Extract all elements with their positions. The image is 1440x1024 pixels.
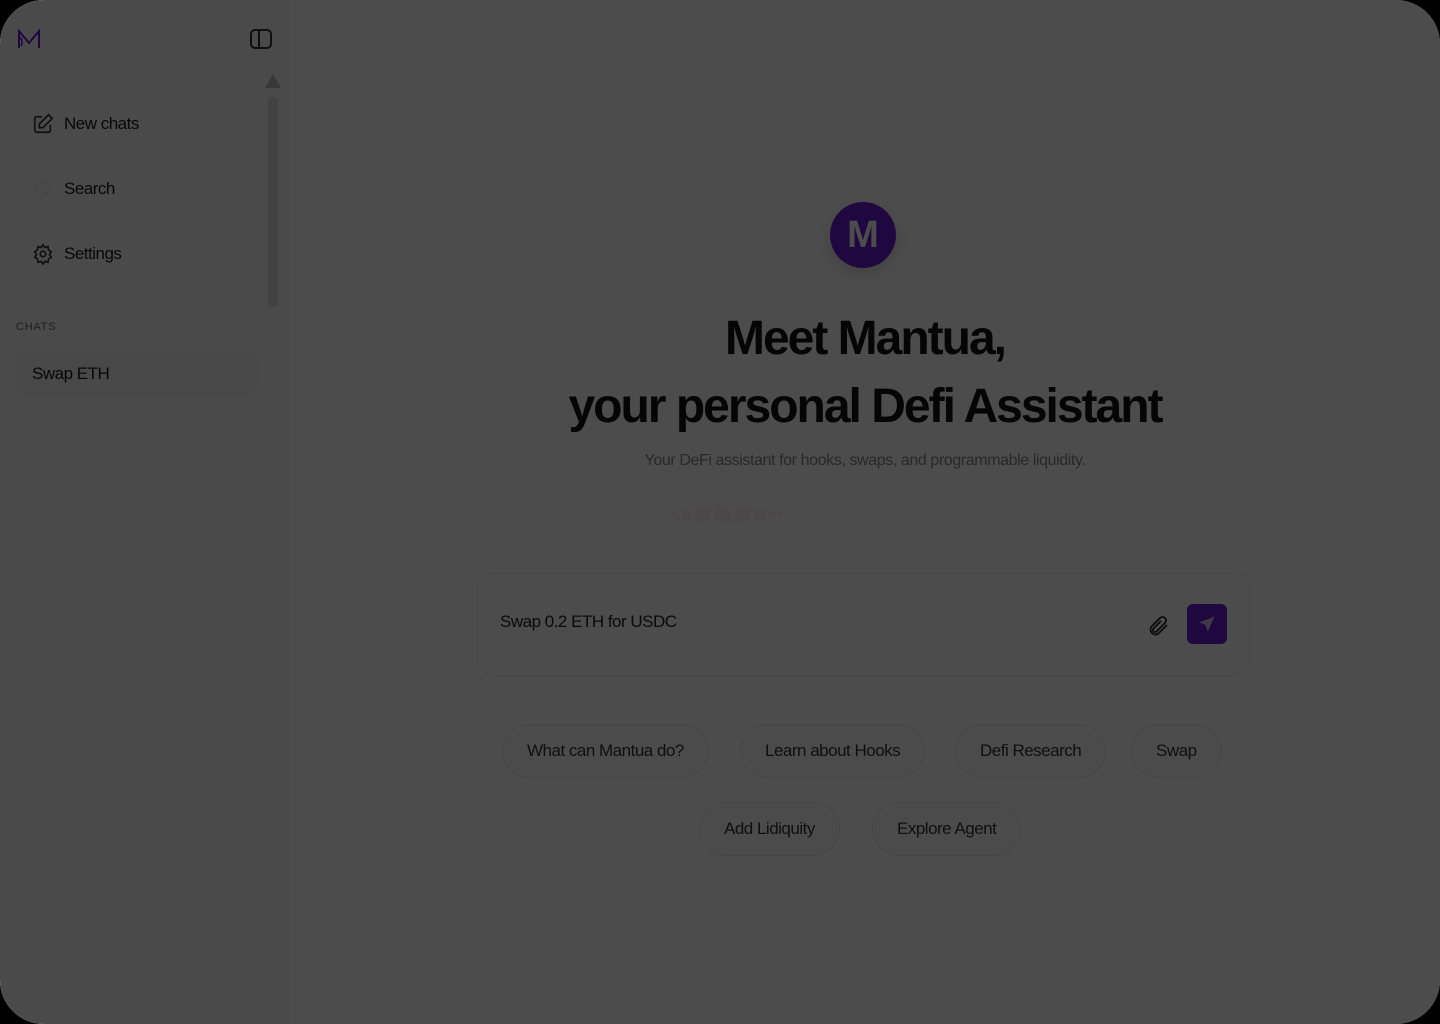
mantua-avatar: M bbox=[830, 202, 896, 268]
suggestion-chip[interactable]: Defi Research bbox=[955, 724, 1107, 778]
sidebar-toggle-icon[interactable] bbox=[250, 29, 272, 49]
scroll-up-arrow[interactable] bbox=[265, 74, 281, 88]
suggestion-chip[interactable]: Add Lidiquity bbox=[699, 802, 840, 856]
chat-input[interactable] bbox=[500, 612, 1100, 632]
chat-item[interactable]: Swap ETH bbox=[16, 350, 257, 396]
sidebar-item-label: Settings bbox=[64, 244, 122, 263]
chats-section-label: CHATS bbox=[16, 321, 57, 333]
edit-icon bbox=[33, 113, 54, 134]
send-icon bbox=[1199, 616, 1215, 632]
title-line: your personal Defi Assistant bbox=[568, 380, 1163, 433]
sidebar: New chats Search Settings CHATS Swap ETH bbox=[0, 0, 289, 1024]
page-subtitle: Your DeFi assistant for hooks, swaps, an… bbox=[644, 452, 1086, 469]
sidebar-item-label: Search bbox=[64, 179, 115, 198]
sidebar-item-new-chats[interactable]: New chats bbox=[32, 113, 139, 135]
main-content: M Meet Mantua, your personal Defi Assist… bbox=[290, 0, 1440, 1024]
search-icon bbox=[34, 180, 52, 198]
suggestion-chip[interactable]: Learn about Hooks bbox=[740, 724, 926, 778]
gear-icon bbox=[33, 243, 53, 265]
suggestion-chip[interactable]: What can Mantua do? bbox=[502, 724, 709, 778]
suggestion-chip[interactable]: Explore Agent bbox=[872, 802, 1022, 856]
mantua-logo bbox=[18, 28, 40, 48]
suggestion-chip[interactable]: Swap bbox=[1131, 724, 1222, 778]
sidebar-item-search[interactable]: Search bbox=[32, 178, 115, 200]
page-title: Meet Mantua, your personal Defi Assistan… bbox=[290, 305, 1440, 441]
send-button[interactable] bbox=[1187, 604, 1227, 644]
sidebar-item-settings[interactable]: Settings bbox=[32, 243, 122, 265]
scrollbar[interactable] bbox=[268, 97, 278, 307]
loading-indicator bbox=[660, 505, 783, 523]
paperclip-icon[interactable] bbox=[1146, 614, 1170, 638]
app-window: New chats Search Settings CHATS Swap ETH… bbox=[0, 0, 1440, 1024]
sidebar-item-label: New chats bbox=[64, 114, 139, 133]
title-line: Meet Mantua, bbox=[724, 312, 1007, 365]
chat-composer bbox=[477, 573, 1250, 676]
